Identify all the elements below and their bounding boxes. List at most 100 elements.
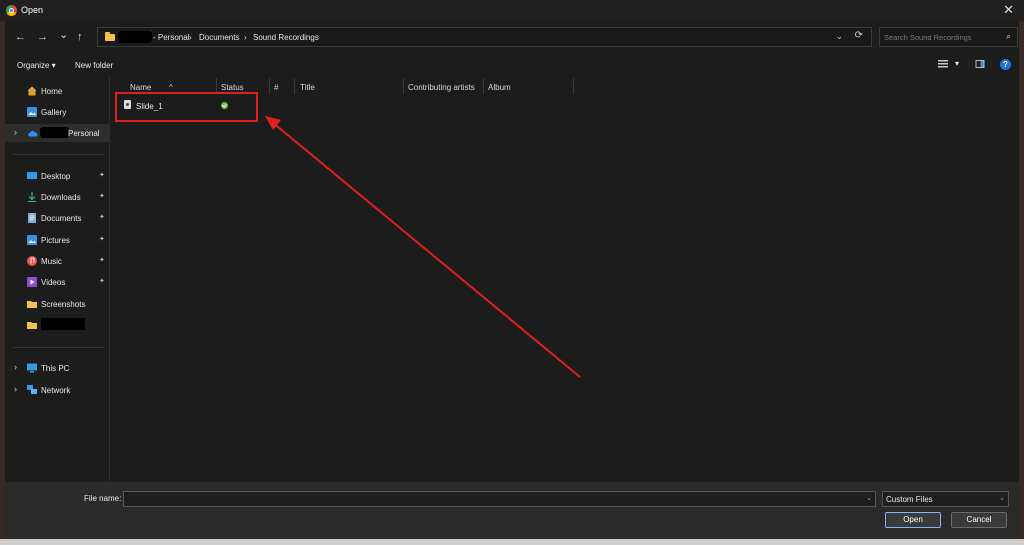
window-edge-right <box>1019 21 1024 539</box>
column-header-label: Contributing artists <box>408 83 475 92</box>
column-header-label: Album <box>488 83 511 92</box>
sidebar-item-pictures[interactable]: Pictures ✦ <box>5 231 109 249</box>
column-header-label: Name <box>130 83 152 92</box>
sidebar-item-this-pc[interactable]: › This PC <box>5 359 109 377</box>
sidebar-item-label: Desktop <box>41 172 71 181</box>
column-header-album[interactable]: Album <box>483 78 574 94</box>
divider <box>13 154 105 155</box>
folder-icon <box>105 32 115 41</box>
title-bar: Open ✕ <box>0 0 1024 21</box>
chrome-icon <box>6 5 17 16</box>
expand-chevron-icon[interactable]: › <box>14 362 17 372</box>
close-icon[interactable]: ✕ <box>1003 2 1014 18</box>
file-type-select[interactable]: Custom Files ⌄ <box>882 491 1009 507</box>
window-title: Open <box>21 5 44 15</box>
sidebar-item-label: Screenshots <box>41 300 86 309</box>
sidebar-item-label: Documents <box>41 214 82 223</box>
documents-icon <box>28 213 36 223</box>
dialog-footer: File name: ⌄ Custom Files ⌄ Open Cancel <box>5 482 1019 539</box>
address-bar[interactable]: - Personal › Documents › Sound Recording… <box>97 27 872 47</box>
view-options-icon[interactable] <box>938 60 948 68</box>
file-name-label: File name: <box>84 494 122 503</box>
pin-icon[interactable]: ✦ <box>99 213 105 221</box>
sidebar-item-videos[interactable]: Videos ✦ <box>5 273 109 291</box>
search-input[interactable] <box>884 31 996 43</box>
sort-ascending-icon: ^ <box>169 83 173 92</box>
redacted-name <box>41 318 85 330</box>
column-header-contributing-artists[interactable]: Contributing artists <box>403 78 484 94</box>
sidebar-item-label: Network <box>41 386 71 395</box>
file-name-field[interactable]: ⌄ <box>123 491 876 507</box>
pictures-icon <box>27 235 37 245</box>
search-box[interactable]: ⌕ <box>879 27 1018 47</box>
sidebar-item-gallery[interactable]: Gallery <box>5 103 109 121</box>
onedrive-icon <box>28 130 38 137</box>
redacted-name <box>40 127 69 138</box>
sidebar-item-home[interactable]: Home <box>5 82 109 100</box>
sidebar-item-documents[interactable]: Documents ✦ <box>5 209 109 227</box>
folder-icon <box>27 322 37 329</box>
videos-icon <box>27 277 37 287</box>
redacted-name <box>118 31 152 43</box>
sidebar-item-personal[interactable]: › Personal <box>5 124 109 142</box>
sidebar-item-redacted-folder[interactable] <box>5 316 109 334</box>
file-list-pane: ^ Name Status # Title Contributing artis… <box>111 76 1019 482</box>
preview-pane-icon[interactable] <box>975 60 985 68</box>
sidebar-item-desktop[interactable]: Desktop ✦ <box>5 167 109 185</box>
downloads-icon <box>28 192 36 202</box>
pin-icon[interactable]: ✦ <box>99 256 105 264</box>
file-name-input[interactable] <box>127 494 857 504</box>
breadcrumb-documents[interactable]: Documents <box>199 33 239 42</box>
pin-icon[interactable]: ✦ <box>99 171 105 179</box>
pc-icon <box>27 363 37 373</box>
sidebar-item-label: Downloads <box>41 193 81 202</box>
breadcrumb-separator: › <box>189 33 192 42</box>
sidebar-item-screenshots[interactable]: Screenshots <box>5 295 109 313</box>
pin-icon[interactable]: ✦ <box>99 192 105 200</box>
open-button[interactable]: Open <box>885 512 941 528</box>
column-header-label: Status <box>221 83 244 92</box>
chevron-down-icon[interactable]: ⌄ <box>866 494 872 502</box>
sidebar-item-music[interactable]: Music ✦ <box>5 252 109 270</box>
sidebar-item-label: Home <box>41 87 63 96</box>
taskbar-strip <box>0 539 1024 545</box>
column-header-number[interactable]: # <box>269 78 295 94</box>
organize-menu[interactable]: Organize ▾ <box>17 61 56 70</box>
chevron-down-icon: ⌄ <box>999 495 1005 502</box>
expand-chevron-icon[interactable]: › <box>14 384 17 394</box>
breadcrumb-separator: › <box>244 33 247 42</box>
music-icon <box>27 256 37 266</box>
desktop-icon <box>27 172 37 179</box>
breadcrumb-personal[interactable]: - Personal <box>153 33 189 42</box>
search-icon[interactable]: ⌕ <box>1006 31 1011 42</box>
sidebar-item-label: This PC <box>41 364 70 373</box>
divider <box>13 347 105 348</box>
pin-icon[interactable]: ✦ <box>99 235 105 243</box>
navigation-bar: ← → ⌄ ↑ - Personal › Documents › Sound R… <box>5 22 1019 52</box>
sidebar-item-downloads[interactable]: Downloads ✦ <box>5 188 109 206</box>
column-header-title[interactable]: Title <box>295 78 404 94</box>
expand-chevron-icon[interactable]: › <box>14 127 17 137</box>
sidebar-item-network[interactable]: › Network <box>5 381 109 399</box>
folder-icon <box>27 301 37 308</box>
column-header-label: Title <box>300 83 315 92</box>
view-dropdown-icon[interactable]: ▾ <box>955 59 959 68</box>
gallery-icon <box>27 107 37 117</box>
cancel-button[interactable]: Cancel <box>951 512 1007 528</box>
sidebar-item-label: Pictures <box>41 236 70 245</box>
help-icon[interactable]: ? <box>1000 59 1011 70</box>
back-button[interactable]: ← <box>15 31 26 43</box>
sidebar-item-label: Personal <box>68 129 100 138</box>
up-button[interactable]: ↑ <box>77 31 83 43</box>
pin-icon[interactable]: ✦ <box>99 277 105 285</box>
navigation-pane: Home Gallery › Personal Desktop ✦ Downlo… <box>5 76 110 482</box>
recent-locations-button[interactable]: ⌄ <box>59 28 68 41</box>
new-folder-button[interactable]: New folder <box>75 61 113 70</box>
sidebar-item-label: Gallery <box>41 108 67 117</box>
forward-button[interactable]: → <box>37 31 48 43</box>
address-dropdown-icon[interactable]: ⌄ <box>835 31 843 42</box>
network-icon <box>27 385 37 394</box>
file-type-value: Custom Files <box>886 495 933 504</box>
breadcrumb-sound-recordings[interactable]: Sound Recordings <box>253 33 319 42</box>
refresh-icon[interactable]: ⟳ <box>855 30 863 41</box>
